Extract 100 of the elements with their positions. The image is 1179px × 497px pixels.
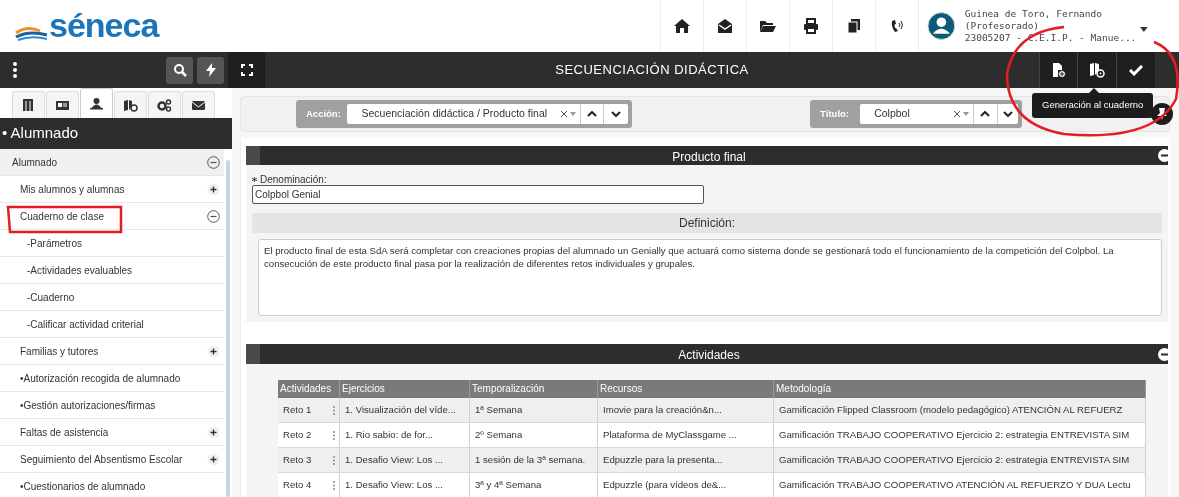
bookmark-icon [21, 97, 36, 113]
menu-item[interactable]: •Cuestionarios de alumnado [20, 478, 146, 494]
expand-icon[interactable] [207, 182, 220, 196]
avatar-icon[interactable] [927, 11, 956, 41]
panel-header-accent [246, 146, 260, 165]
collapse-icon[interactable] [207, 155, 220, 169]
expand-icon[interactable] [207, 452, 220, 466]
drag-handle-icon[interactable] [333, 430, 335, 440]
book-gear-icon [1089, 62, 1105, 78]
table-cell-text: Gamificación TRABAJO COOPERATIVO Ejercicio 2: estrategia ENTREVISTA SIM [779, 427, 1130, 442]
table-cell-text: Reto 3 [283, 452, 312, 467]
collapse-icon[interactable] [1158, 149, 1171, 162]
lightning-icon [205, 63, 216, 77]
sidebar-tab[interactable] [12, 91, 45, 118]
table-cell-text: Reto 1 [283, 402, 312, 417]
field-label: Denominación: [260, 172, 327, 187]
table-cell-text: 3ª y 4ª Semana [475, 477, 542, 492]
collapse-icon[interactable] [1158, 347, 1171, 361]
filter-select[interactable]: Secuenciación didáctica / Producto final [347, 104, 580, 124]
gears-icon [157, 97, 172, 113]
users-icon [89, 96, 104, 111]
table-cell-text: 1ª Semana [475, 402, 523, 417]
check-icon [1129, 64, 1143, 76]
menu-item[interactable]: Alumnado [12, 154, 58, 170]
drag-handle-icon[interactable] [333, 405, 335, 415]
book-wave-icon [15, 25, 49, 41]
section-title: • Alumnado [2, 123, 79, 144]
chevron-down-icon [611, 111, 622, 117]
menu-item[interactable]: Seguimiento del Absentismo Escolar [20, 451, 183, 467]
notebook-generate-button[interactable] [1077, 52, 1116, 88]
table-cell-text: 1 sesión de la 3ª semana. [475, 452, 586, 467]
clear-icon[interactable] [953, 111, 960, 117]
filter-value: Colpbol [874, 106, 910, 122]
collapse-icon[interactable] [207, 209, 220, 223]
table-cell-text: Plataforma de MyClassgame ... [603, 427, 737, 442]
definition-text-area[interactable]: El producto final de esta SdA será completar con creaciones propias del alumnado un Genially que actuará como sistema donde se gestionará todo el funcionamiento de la competición del Colpbol. La consecución de este producto final pasa por la realización de diferentes retos individuales y grupales. [258, 239, 1162, 316]
menu-item[interactable]: -Cuaderno [27, 289, 75, 305]
sidebar-tab[interactable] [80, 88, 113, 118]
table-cell-text: Imovie para la creación&n... [603, 402, 722, 417]
menu-item[interactable]: •Autorización recogida de alumnado [20, 370, 181, 386]
menu-item[interactable]: Familias y tutores [20, 343, 99, 359]
menu-item[interactable]: Faltas de asistencia [20, 424, 109, 440]
sidebar-tab[interactable] [114, 91, 147, 118]
more-options-icon[interactable] [13, 62, 17, 78]
expand-icon[interactable] [207, 425, 220, 439]
chevron-down-icon [1002, 111, 1013, 117]
user-role: (Profesorado) [964, 20, 1041, 32]
panel-header-accent [246, 344, 260, 364]
dropdown-caret-icon[interactable] [1140, 26, 1148, 32]
lightning-button[interactable] [197, 56, 224, 84]
filter-label: Título: [820, 106, 850, 121]
table-cell-text: Reto 2 [283, 427, 312, 442]
sidebar-tab[interactable] [148, 91, 181, 118]
user-name: Guinea de Toro, Fernando [964, 8, 1103, 20]
expand-icon[interactable] [207, 344, 220, 358]
tooltip-text: Generación al cuaderno [1042, 98, 1144, 113]
table-cell-text: Reto 4 [283, 477, 312, 492]
table-cell-text: 1. Desafio View: Los ... [345, 477, 443, 492]
filter-label: Acción: [306, 106, 342, 121]
pin-icon [1157, 108, 1167, 120]
drag-handle-icon[interactable] [333, 455, 335, 465]
table-cell-text: 1. Visualización del víde... [345, 402, 456, 417]
table-cell-text: Gamificación TRABAJO COOPERATIVO Ejercicio 2: estrategia ENTREVISTA SIM [779, 452, 1130, 467]
table-cell-text: Gamificación TRABAJO COOPERATIVO ATENCIÓN AL REFUERZO Y DUA Lectu [779, 477, 1131, 492]
fullscreen-icon [240, 64, 253, 76]
sidebar-tab[interactable] [182, 91, 215, 118]
clear-icon[interactable] [560, 111, 567, 117]
logo-text: séneca [49, 8, 159, 42]
new-document-button[interactable] [1039, 52, 1077, 88]
definition-label: Definición: [679, 215, 735, 232]
filter-select[interactable]: Colpbol [860, 104, 973, 124]
menu-item[interactable]: -Actividades evaluables [27, 262, 133, 278]
table-cell-text: Edpuzzle para la presenta... [603, 452, 723, 467]
next-button[interactable] [603, 104, 628, 124]
table-cell-text: Edpuzzle (para vídeos de&... [603, 477, 727, 492]
page-title: SECUENCIACIÓN DIDÁCTICA [555, 61, 749, 80]
table-cell-text: 2º Semana [475, 427, 523, 442]
chevron-up-icon [980, 111, 991, 117]
menu-item[interactable]: -Calificar actividad criterial [27, 316, 144, 332]
menu-item[interactable]: Mis alumnos y alumnas [20, 181, 125, 197]
chevron-up-icon [586, 111, 597, 117]
table-cell-text: Gamificación Flipped Classroom (modelo pedagógico) ATENCIÓN AL REFUERZ [779, 402, 1123, 417]
drag-handle-icon[interactable] [333, 480, 335, 490]
search-icon [172, 63, 187, 77]
book-gear-icon [123, 97, 138, 113]
previous-button[interactable] [579, 104, 604, 124]
sidebar-tab[interactable] [46, 91, 79, 118]
save-button[interactable] [1116, 52, 1155, 88]
panel-title: Producto final [672, 149, 746, 164]
table-cell-text: 1. Desafio View: Los ... [345, 452, 443, 467]
document-plus-icon [1051, 62, 1066, 78]
user-center: 23005207 - C.E.I.P. - Manue... [964, 32, 1137, 44]
search-button[interactable] [166, 56, 193, 84]
filter-value: Secuenciación didáctica / Producto final [361, 106, 548, 122]
name-input-field[interactable]: Colpbol Genial [252, 185, 704, 204]
fullscreen-button[interactable] [228, 52, 265, 88]
menu-item[interactable]: •Gestión autorizaciones/firmas [20, 397, 156, 413]
previous-button[interactable] [972, 104, 997, 124]
panel-title: Actividades [678, 348, 740, 362]
menu-item[interactable]: -Parámetros [27, 235, 82, 251]
